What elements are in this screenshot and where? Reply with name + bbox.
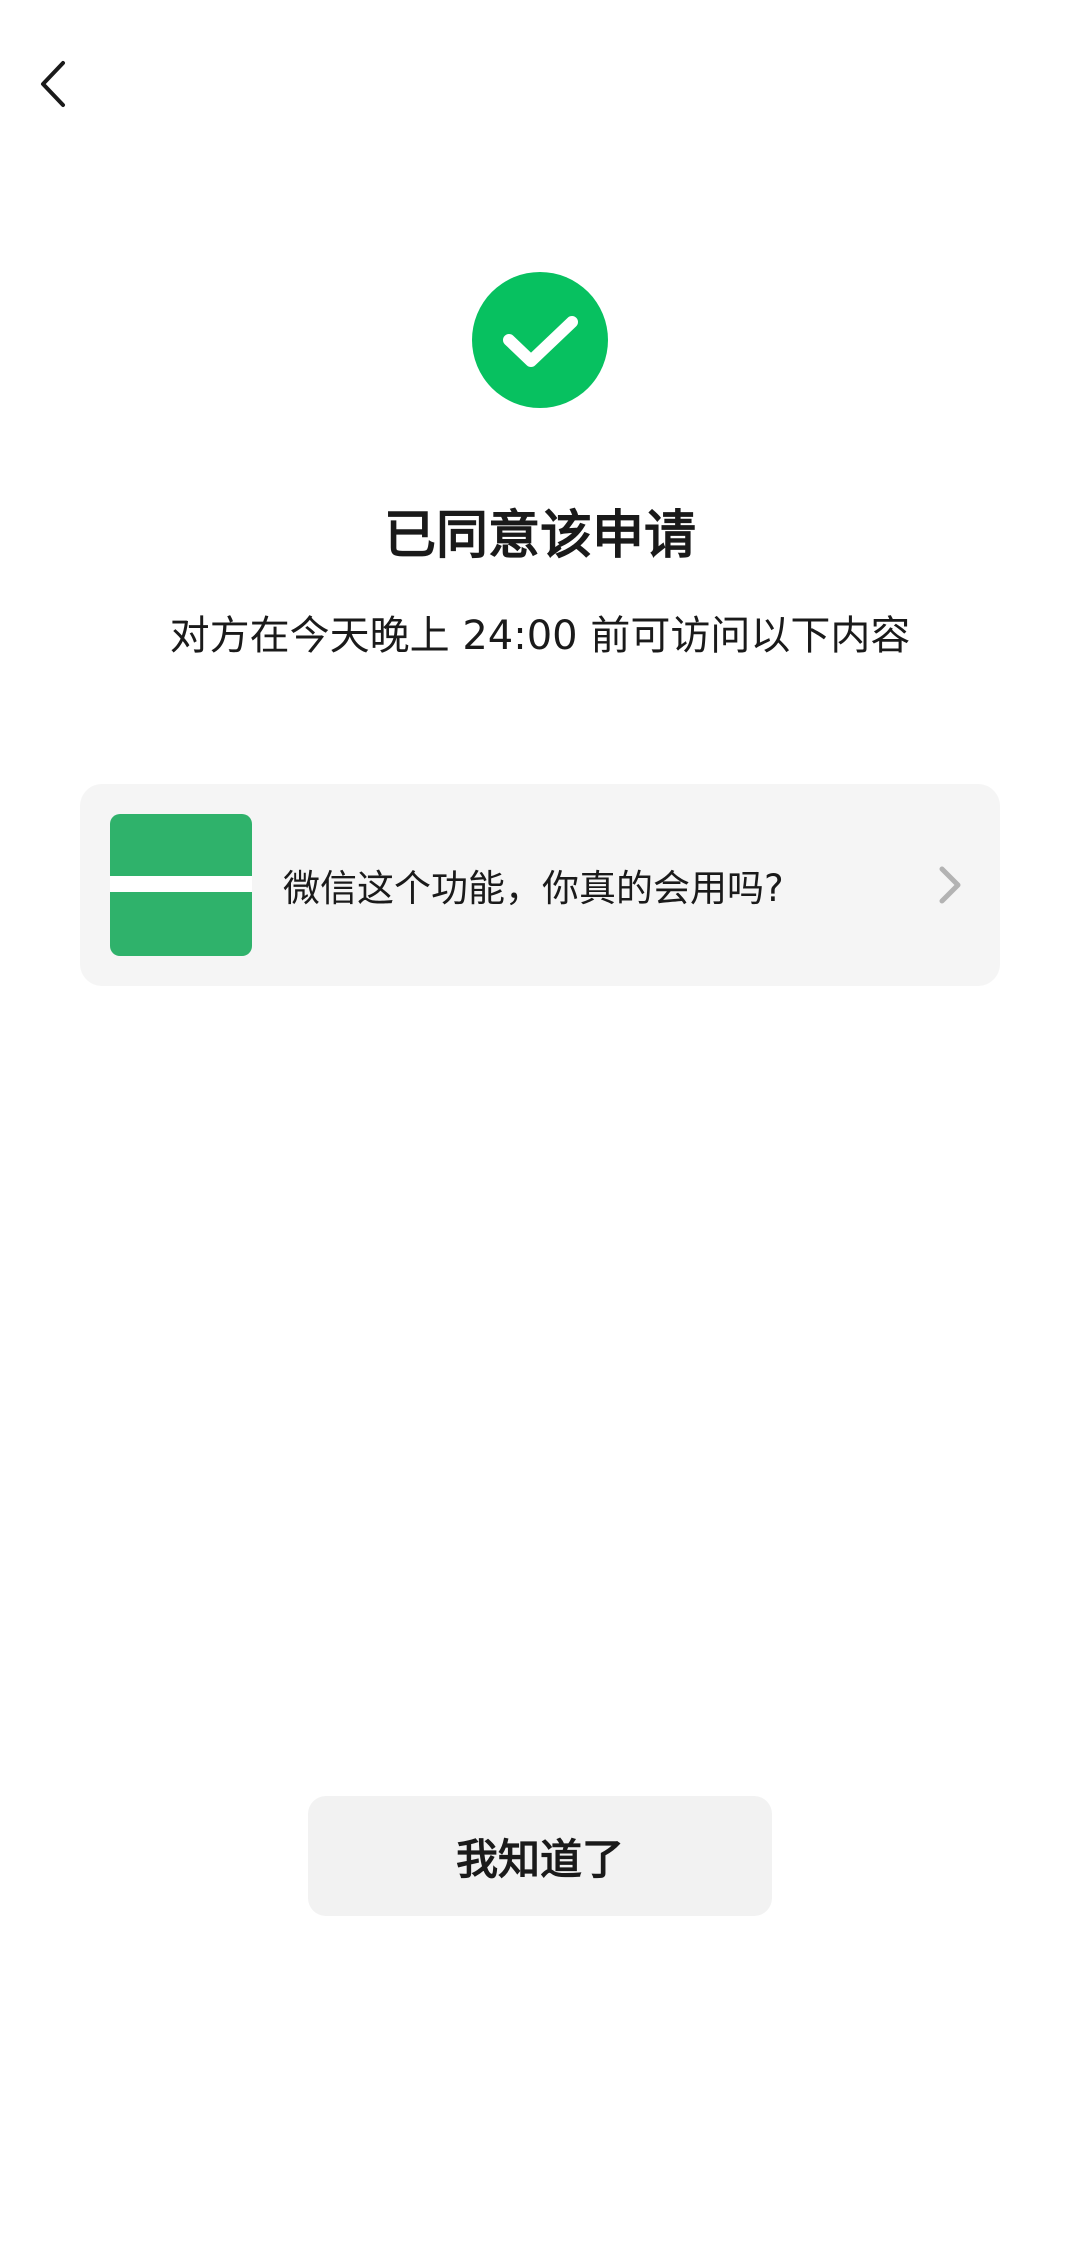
back-button[interactable] xyxy=(24,44,84,124)
chevron-right-icon xyxy=(939,866,961,904)
chevron-left-icon xyxy=(41,61,65,107)
acknowledge-button[interactable]: 我知道了 xyxy=(308,1796,772,1916)
article-card[interactable]: 微信这个功能，你真的会用吗? xyxy=(80,784,1000,986)
thumbnail-band xyxy=(110,876,252,892)
status-title: 已同意该申请 xyxy=(383,506,696,566)
article-title: 微信这个功能，你真的会用吗? xyxy=(283,867,784,910)
status-subtitle: 对方在今天晚上 24:00 前可访问以下内容 xyxy=(169,613,911,659)
check-circle-icon xyxy=(472,272,608,408)
article-thumbnail xyxy=(110,814,252,956)
